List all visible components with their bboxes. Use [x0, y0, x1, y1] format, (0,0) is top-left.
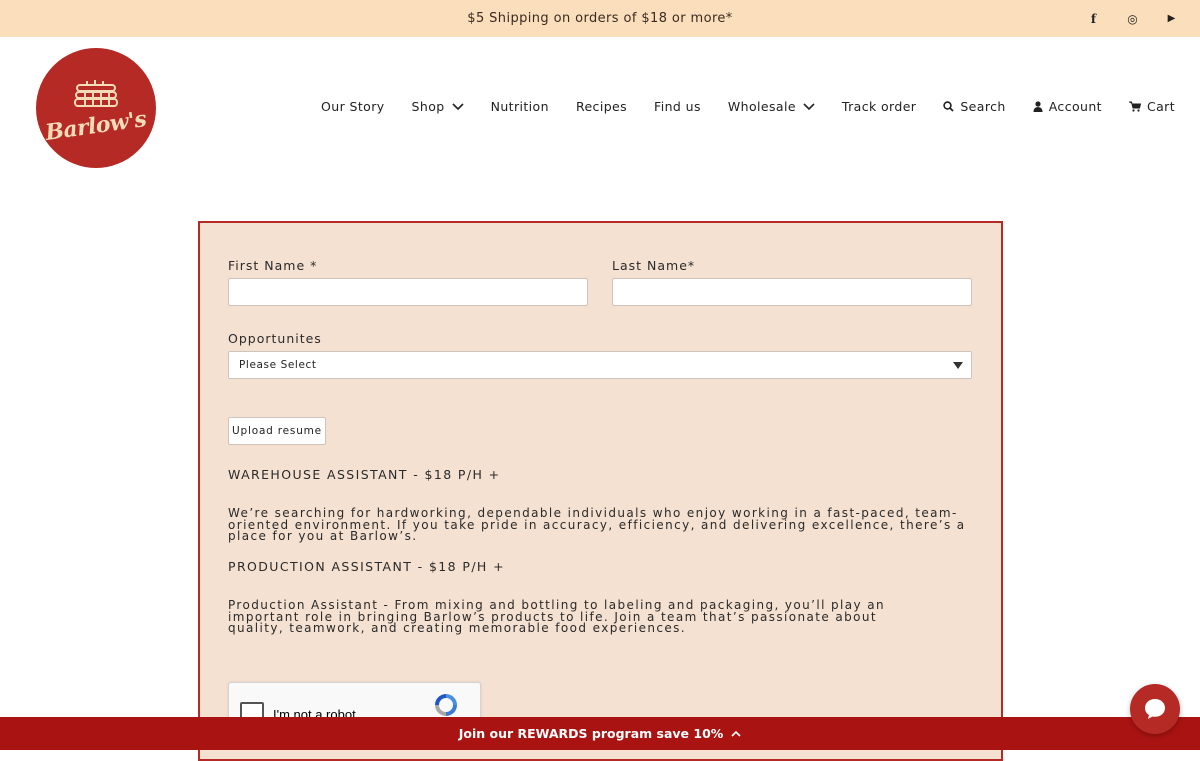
opportunities-select[interactable]: Please Select: [228, 351, 972, 379]
facebook-icon[interactable]: f: [1087, 12, 1100, 26]
announcement-text: $5 Shipping on orders of $18 or more*: [467, 11, 733, 26]
nav-cart-label: Cart: [1146, 99, 1175, 114]
youtube-icon[interactable]: ▶: [1165, 13, 1178, 24]
chevron-down-icon: [803, 102, 815, 110]
announcement-bar: $5 Shipping on orders of $18 or more* f …: [0, 0, 1200, 37]
nav-search[interactable]: Search: [943, 99, 1005, 114]
opportunities-selected: Please Select: [239, 359, 317, 371]
job-description-production: Production Assistant - From mixing and b…: [228, 598, 886, 635]
chat-bubble-icon: [1145, 699, 1165, 719]
nav-find-us[interactable]: Find us: [654, 99, 701, 114]
recaptcha-logo-icon: [435, 694, 457, 716]
nav-account-label: Account: [1048, 99, 1102, 114]
nav-recipes[interactable]: Recipes: [576, 99, 627, 114]
nav-shop-label: Shop: [411, 99, 445, 114]
main-nav: Our Story Shop Nutrition Recipes Find us…: [294, 99, 1175, 114]
pancake-stack-icon: [74, 80, 118, 107]
chevron-up-icon: [731, 730, 741, 737]
job-title-production: PRODUCTION ASSISTANT - $18 P/H +: [228, 559, 505, 574]
nav-cart[interactable]: Cart: [1128, 99, 1175, 114]
opportunities-label: Opportunites: [228, 331, 322, 346]
nav-account[interactable]: Account: [1033, 99, 1102, 114]
chat-button[interactable]: [1130, 684, 1180, 734]
caret-down-icon: [953, 362, 963, 369]
brand-name: Barlow's: [43, 106, 149, 146]
nav-shop[interactable]: Shop: [412, 99, 464, 114]
last-name-input[interactable]: [612, 278, 972, 306]
nav-our-story[interactable]: Our Story: [321, 99, 385, 114]
cart-icon: [1128, 101, 1141, 112]
first-name-input[interactable]: [228, 278, 588, 306]
rewards-bar[interactable]: Join our REWARDS program save 10%: [0, 717, 1200, 750]
instagram-icon[interactable]: ◎: [1126, 12, 1139, 26]
job-title-warehouse: WAREHOUSE ASSISTANT - $18 P/H +: [228, 467, 501, 482]
application-form: First Name * Last Name* Opportunites Ple…: [198, 221, 1003, 761]
search-icon: [943, 101, 954, 112]
first-name-label: First Name *: [228, 258, 318, 273]
nav-wholesale[interactable]: Wholesale: [728, 99, 815, 114]
user-icon: [1033, 101, 1043, 112]
nav-search-label: Search: [960, 99, 1006, 114]
job-description-warehouse: We’re searching for hardworking, dependa…: [228, 506, 966, 543]
last-name-label: Last Name*: [612, 258, 696, 273]
rewards-text: Join our REWARDS program save 10%: [458, 726, 724, 741]
brand-logo[interactable]: Barlow's: [36, 48, 156, 168]
site-header: Barlow's Our Story Shop Nutrition Recipe…: [0, 37, 1200, 177]
upload-resume-button[interactable]: Upload resume: [228, 417, 326, 445]
nav-wholesale-label: Wholesale: [727, 99, 796, 114]
nav-track-order[interactable]: Track order: [842, 99, 916, 114]
social-links: f ◎ ▶: [1087, 0, 1178, 37]
nav-nutrition[interactable]: Nutrition: [491, 99, 549, 114]
chevron-down-icon: [452, 102, 464, 110]
